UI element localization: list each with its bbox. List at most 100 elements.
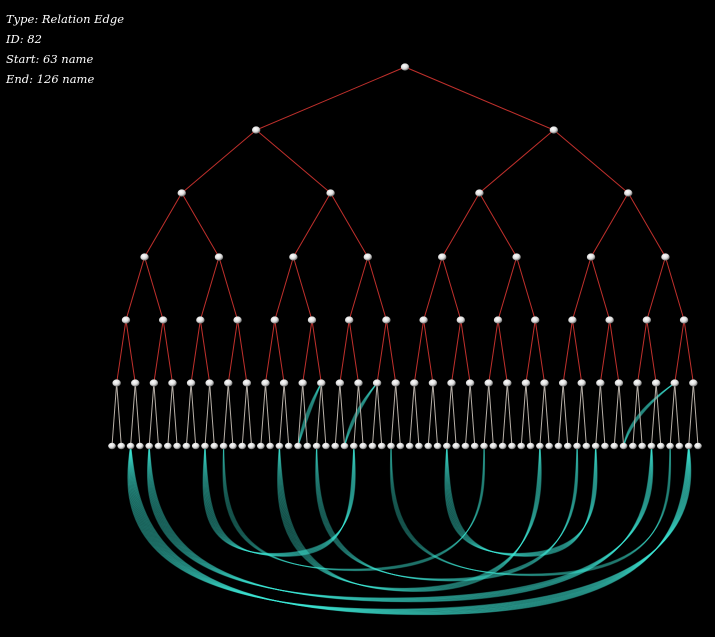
leaf-node[interactable] <box>294 442 302 450</box>
leaf-node[interactable] <box>154 442 163 450</box>
leaf-node[interactable] <box>480 442 488 450</box>
leaf-node[interactable] <box>229 442 237 450</box>
tree-node[interactable] <box>289 253 298 261</box>
tree-node[interactable] <box>270 316 279 324</box>
tree-node[interactable] <box>112 379 121 387</box>
leaf-node[interactable] <box>470 442 479 450</box>
tree-node[interactable] <box>503 379 512 387</box>
leaf-node[interactable] <box>554 442 563 450</box>
tree-node[interactable] <box>605 316 614 324</box>
tree-node[interactable] <box>168 379 177 387</box>
leaf-node[interactable] <box>638 442 646 450</box>
leaf-node[interactable] <box>136 442 144 450</box>
tree-node[interactable] <box>391 379 400 387</box>
leaf-node[interactable] <box>526 442 535 450</box>
leaf-node[interactable] <box>619 442 628 450</box>
leaf-node[interactable] <box>322 442 330 450</box>
leaf-node[interactable] <box>433 442 442 450</box>
tree-node[interactable] <box>689 379 698 387</box>
tree-node[interactable] <box>651 379 661 387</box>
tree-node[interactable] <box>586 253 596 261</box>
tree-node[interactable] <box>679 316 689 324</box>
leaf-node[interactable] <box>452 442 460 450</box>
tree-node[interactable] <box>233 316 242 324</box>
leaf-node[interactable] <box>498 442 507 450</box>
tree-node[interactable] <box>400 63 410 71</box>
tree-node[interactable] <box>344 316 354 324</box>
tree-node[interactable] <box>382 316 391 324</box>
tree-node[interactable] <box>456 316 466 324</box>
leaf-node[interactable] <box>126 442 135 450</box>
leaf-node[interactable] <box>405 442 414 450</box>
tree-node[interactable] <box>670 379 679 387</box>
leaf-node[interactable] <box>591 442 600 450</box>
tree-node[interactable] <box>317 379 326 387</box>
leaf-node[interactable] <box>191 442 200 450</box>
tree-node[interactable] <box>512 253 521 261</box>
leaf-node[interactable] <box>508 442 516 450</box>
leaf-node[interactable] <box>359 442 367 450</box>
tree-node[interactable] <box>493 316 503 324</box>
tree-node[interactable] <box>177 189 186 197</box>
tree-node[interactable] <box>214 253 224 261</box>
tree-node[interactable] <box>465 379 475 387</box>
leaf-node[interactable] <box>275 442 284 450</box>
tree-node[interactable] <box>149 379 159 387</box>
tree-node[interactable] <box>438 253 447 261</box>
tree-node[interactable] <box>624 189 633 197</box>
tree-node[interactable] <box>568 316 577 324</box>
leaf-node[interactable] <box>340 442 349 450</box>
tree-node[interactable] <box>224 379 233 387</box>
tree-node[interactable] <box>558 379 568 387</box>
tree-node[interactable] <box>131 379 140 387</box>
tree-node[interactable] <box>372 379 382 387</box>
tree-node[interactable] <box>642 316 652 324</box>
leaf-node[interactable] <box>675 442 684 450</box>
leaf-node[interactable] <box>629 442 637 450</box>
tree-node[interactable] <box>633 379 642 387</box>
tree-node[interactable] <box>196 316 205 324</box>
leaf-node[interactable] <box>415 442 423 450</box>
tree-node[interactable] <box>596 379 605 387</box>
leaf-node[interactable] <box>377 442 386 450</box>
leaf-node[interactable] <box>117 442 126 450</box>
leaf-node[interactable] <box>684 442 693 450</box>
tree-node[interactable] <box>298 379 307 387</box>
leaf-node[interactable] <box>219 442 228 450</box>
tree-node[interactable] <box>661 253 670 261</box>
leaf-node[interactable] <box>656 442 665 450</box>
leaf-node[interactable] <box>443 442 451 450</box>
leaf-node[interactable] <box>164 442 172 450</box>
tree-node[interactable] <box>577 379 586 387</box>
leaf-node[interactable] <box>173 442 181 450</box>
hierarchical-edge-bundle-graph[interactable] <box>0 0 715 637</box>
leaf-node[interactable] <box>694 442 702 450</box>
tree-node[interactable] <box>363 253 372 261</box>
tree-node[interactable] <box>419 316 428 324</box>
leaf-node[interactable] <box>331 442 340 450</box>
leaf-node[interactable] <box>238 442 247 450</box>
tree-node[interactable] <box>326 189 335 197</box>
leaf-node[interactable] <box>489 442 498 450</box>
tree-node[interactable] <box>531 316 540 324</box>
leaf-node[interactable] <box>247 442 256 450</box>
leaf-node[interactable] <box>312 442 321 450</box>
tree-node[interactable] <box>186 379 196 387</box>
leaf-node[interactable] <box>536 442 544 450</box>
leaf-node[interactable] <box>210 442 219 450</box>
leaf-node[interactable] <box>573 442 581 450</box>
leaf-node[interactable] <box>387 442 395 450</box>
tree-node[interactable] <box>140 253 149 261</box>
leaf-node[interactable] <box>284 442 293 450</box>
leaf-node[interactable] <box>610 442 619 450</box>
tree-node[interactable] <box>251 126 261 134</box>
leaf-node[interactable] <box>145 442 154 450</box>
tree-node[interactable] <box>614 379 624 387</box>
leaf-node[interactable] <box>545 442 553 450</box>
tree-node[interactable] <box>335 379 345 387</box>
tree-node[interactable] <box>205 379 214 387</box>
leaf-node[interactable] <box>424 442 433 450</box>
leaf-node[interactable] <box>563 442 572 450</box>
leaf-node[interactable] <box>461 442 470 450</box>
tree-node[interactable] <box>307 316 317 324</box>
